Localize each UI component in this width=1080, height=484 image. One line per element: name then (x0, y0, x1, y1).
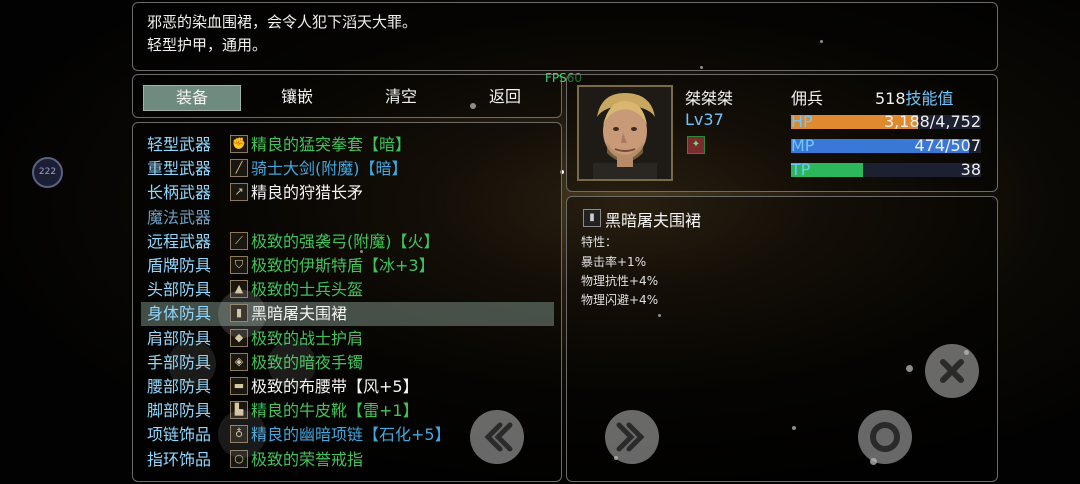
shield-icon: ⛉ (230, 256, 248, 274)
item-description-panel: 邪恶的染血围裙，会令人犯下滔天大罪。 轻型护甲，通用。 (132, 2, 998, 71)
detail-item-name: 黑暗屠夫围裙 (605, 211, 702, 230)
equipment-item-name: 精良的幽暗项链【石化+5】 (251, 425, 451, 445)
detail-trait-line: 物理闪避+4% (581, 293, 659, 307)
page-prev-button[interactable] (470, 410, 524, 464)
character-class: 佣兵 (791, 89, 824, 108)
equipment-item-name: 精良的猛突拳套【暗】 (251, 135, 412, 154)
equipment-row[interactable]: 身体防具 ▮ 黑暗屠夫围裙 (141, 302, 554, 327)
status-buff-icon[interactable]: ✦ (687, 136, 705, 154)
equipment-tab-bar: 装备 镶嵌 清空 返回 (132, 74, 562, 118)
equipment-item-name: 精良的牛皮靴【雷+1】 (251, 401, 419, 421)
equipment-slot-label: 身体防具 (147, 304, 212, 324)
equipment-row[interactable]: 头部防具 ▲ 极致的士兵头盔 (141, 278, 554, 302)
double-chevron-right-icon (616, 422, 645, 452)
equipment-row[interactable]: 轻型武器 ✊ 精良的猛突拳套【暗】 (141, 133, 554, 157)
tp-stat: TP 38 (791, 159, 981, 179)
apron-icon: ▮ (583, 209, 601, 227)
dpad-up-button[interactable] (218, 290, 266, 338)
character-portrait (577, 85, 673, 181)
equipment-row[interactable]: 重型武器 ╱ 骑士大剑(附魔)【暗】 (141, 157, 554, 181)
player-avatar-badge[interactable]: 222 (32, 157, 63, 188)
mp-stat: MP 474/507 (791, 135, 981, 155)
tp-label: TP (791, 160, 811, 179)
dpad-right-button[interactable] (268, 340, 316, 388)
equipment-row[interactable]: 远程武器 ⟋ 极致的强袭弓(附魔)【火】 (141, 230, 554, 254)
equipment-item-name: 极致的士兵头盔 (251, 280, 364, 300)
spear-icon: ↗ (230, 183, 248, 202)
equipment-item-name: 骑士大剑(附魔)【暗】 (251, 159, 408, 179)
equipment-item-name: 精良的狩猎长矛 (251, 183, 364, 203)
equipment-row[interactable]: 长柄武器 ↗ 精良的狩猎长矛 (141, 181, 554, 205)
character-status-panel: 桀桀桀 Lv37 ✦ 佣兵 518技能值 HP 3,188/4,752 MP 4… (566, 74, 998, 192)
bracelet-icon: ◈ (230, 352, 248, 371)
bow-icon: ⟋ (230, 231, 248, 250)
equipment-row[interactable]: 盾牌防具 ⛉ 极致的伊斯特盾【冰+3】 (141, 254, 554, 278)
equipment-slot-label: 远程武器 (147, 231, 212, 251)
equipment-slot-label: 轻型武器 (147, 135, 212, 154)
skill-points: 518技能值 (875, 85, 954, 109)
confirm-button[interactable] (858, 410, 912, 464)
equipment-slot-label: 头部防具 (147, 280, 212, 300)
page-next-button[interactable] (605, 410, 659, 464)
description-line-2: 轻型护甲，通用。 (147, 36, 268, 54)
circle-icon (870, 422, 900, 452)
gauntlet-icon: ✊ (230, 135, 248, 153)
detail-trait-line: 物理抗性+4% (581, 274, 659, 288)
close-icon (940, 359, 964, 383)
character-level: Lv37 (685, 110, 724, 129)
equipment-slot-label: 魔法武器 (147, 207, 212, 227)
equipment-slot-label: 长柄武器 (147, 183, 212, 203)
equipment-slot-label: 项链饰品 (147, 425, 212, 445)
mp-value: 474/507 (914, 136, 981, 155)
equipment-slot-label: 脚部防具 (147, 401, 212, 421)
tab-equip[interactable]: 装备 (143, 85, 241, 111)
equipment-item-name: 极致的伊斯特盾【冰+3】 (251, 256, 435, 275)
cancel-button[interactable] (925, 344, 979, 398)
tab-back[interactable]: 返回 (457, 85, 553, 109)
equipment-row[interactable]: 魔法武器 (141, 206, 554, 230)
equipment-item-name: 极致的荣誉戒指 (251, 449, 364, 469)
tp-value: 38 (960, 160, 981, 179)
equipment-slot-label: 重型武器 (147, 159, 212, 179)
equipment-slot-label: 盾牌防具 (147, 256, 212, 275)
hp-value: 3,188/4,752 (884, 112, 981, 131)
belt-icon: ▬ (230, 377, 248, 395)
hp-stat: HP 3,188/4,752 (791, 111, 981, 131)
mp-label: MP (791, 136, 815, 155)
dpad-down-button[interactable] (218, 410, 266, 458)
double-chevron-left-icon (484, 422, 513, 452)
tab-socket[interactable]: 镶嵌 (249, 85, 345, 109)
skill-points-label: 技能值 (905, 89, 954, 108)
skill-points-value: 518 (875, 89, 906, 108)
description-line-1: 邪恶的染血围裙，会令人犯下滔天大罪。 (147, 13, 418, 31)
detail-trait-label: 特性： (581, 235, 618, 249)
tab-clear[interactable]: 清空 (353, 85, 449, 109)
character-name: 桀桀桀 (685, 89, 734, 108)
greatsword-icon: ╱ (230, 159, 248, 178)
equipment-slot-label: 指环饰品 (147, 449, 212, 469)
equipment-item-name: 极致的强袭弓(附魔)【火】 (251, 231, 440, 251)
hp-label: HP (791, 112, 813, 131)
detail-trait-line: 暴击率+1% (581, 255, 647, 269)
dpad-left-button[interactable] (168, 340, 216, 388)
